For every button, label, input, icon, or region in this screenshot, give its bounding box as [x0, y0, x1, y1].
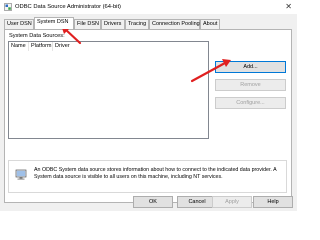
close-button[interactable]: ✕ [285, 2, 292, 11]
tab-connection-pooling[interactable]: Connection Pooling [149, 19, 200, 29]
remove-button[interactable]: Remove [215, 79, 286, 91]
info-box: An ODBC System data source stores inform… [8, 160, 287, 193]
tab-label: File DSN [77, 21, 100, 27]
dialog-client-area: User DSN System DSN File DSN Drivers Tra… [0, 14, 297, 211]
tab-label: Connection Pooling [152, 21, 200, 27]
column-header-name[interactable]: Name [9, 42, 29, 51]
info-description: An ODBC System data source stores inform… [34, 167, 277, 180]
tab-label: About [203, 21, 218, 27]
title-bar: ODBC Data Source Administrator (64-bit) … [0, 0, 297, 14]
tab-label: Drivers [104, 21, 122, 27]
tab-file-dsn[interactable]: File DSN [74, 19, 101, 29]
tab-label: Tracing [128, 21, 147, 27]
odbc-app-icon [4, 3, 12, 11]
add-button[interactable]: Add... [215, 61, 286, 73]
ok-button[interactable]: OK [133, 196, 173, 208]
system-dsn-panel: System Data Sources: Name Platform Drive… [4, 29, 292, 203]
tab-user-dsn[interactable]: User DSN [4, 19, 34, 29]
column-header-driver[interactable]: Driver [53, 42, 83, 51]
apply-button[interactable]: Apply [212, 196, 252, 208]
window-title: ODBC Data Source Administrator (64-bit) [15, 3, 121, 10]
system-data-sources-label: System Data Sources: [9, 33, 65, 39]
tab-tracing[interactable]: Tracing [125, 19, 149, 29]
list-header: Name Platform Driver [9, 42, 83, 51]
configure-button[interactable]: Configure... [215, 97, 286, 109]
tab-drivers[interactable]: Drivers [101, 19, 125, 29]
tab-system-dsn[interactable]: System DSN [34, 17, 74, 29]
cancel-button[interactable]: Cancel [177, 196, 217, 208]
help-button[interactable]: Help [253, 196, 293, 208]
system-data-sources-list[interactable]: Name Platform Driver [8, 41, 209, 139]
info-computer-icon [15, 169, 27, 180]
column-header-platform[interactable]: Platform [29, 42, 53, 51]
tab-label: User DSN [7, 21, 32, 27]
tab-label: System DSN [37, 19, 69, 25]
tab-about[interactable]: About [200, 19, 220, 29]
